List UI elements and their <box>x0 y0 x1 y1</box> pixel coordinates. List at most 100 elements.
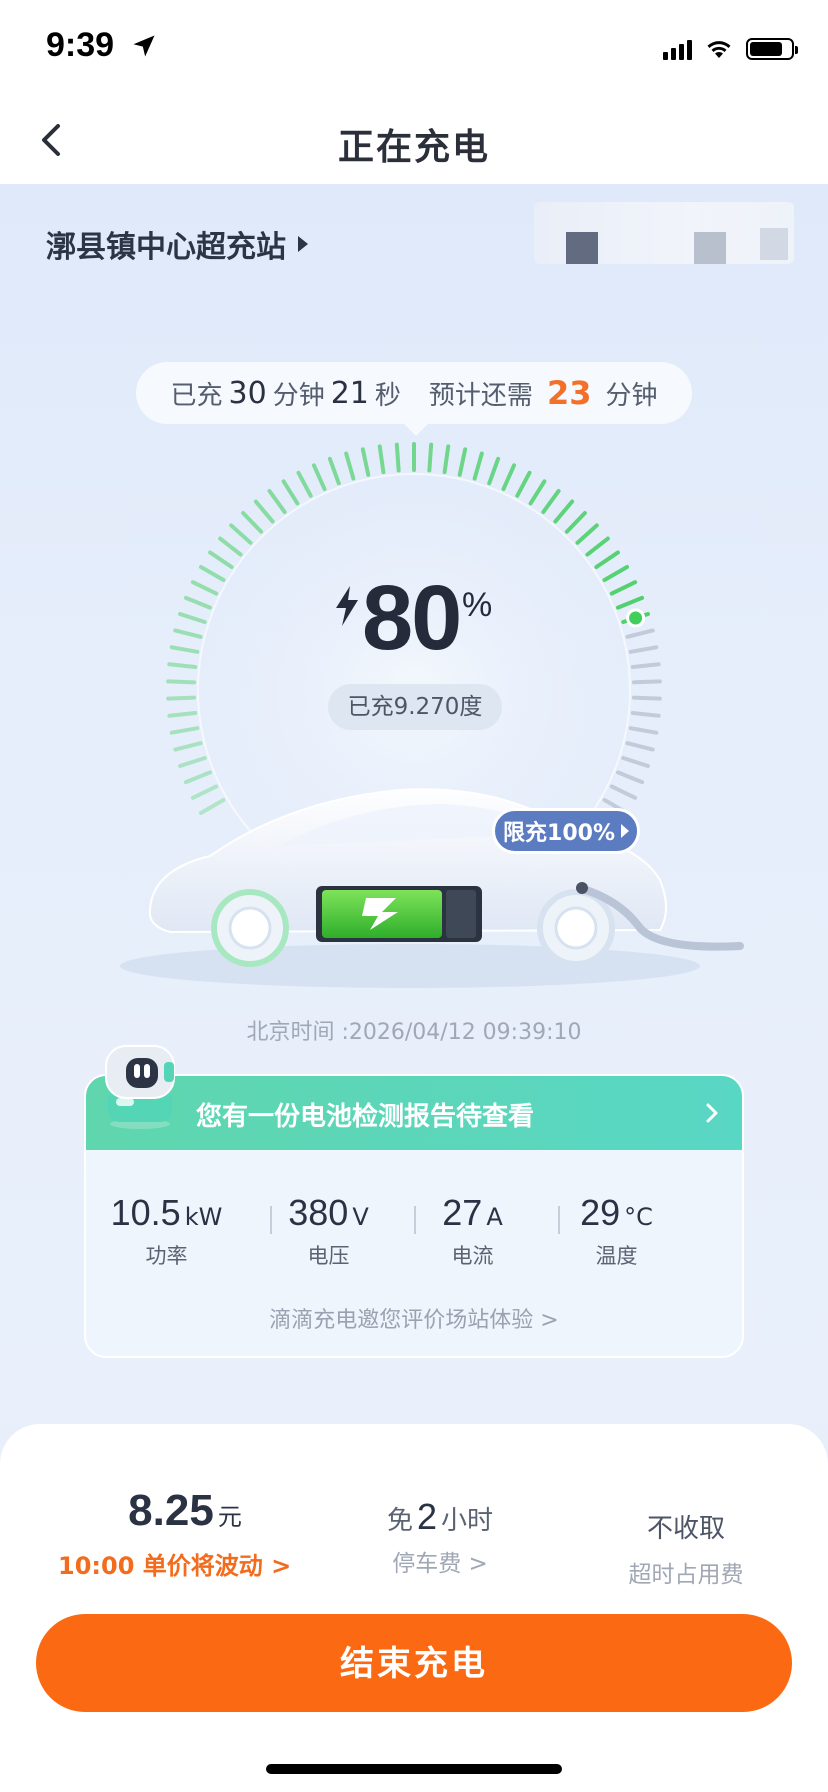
metric-label: 电流 <box>451 1244 494 1268</box>
price-value: 8.25 <box>128 1486 214 1535</box>
price-fluctuation-link[interactable]: 10:00 单价将波动 > <box>58 1546 291 1581</box>
gauge-tick <box>267 488 287 515</box>
metric-value: 10.5 <box>110 1192 181 1233</box>
gauge-tick <box>311 463 327 492</box>
gauge-tick <box>166 679 197 685</box>
metric-unit: A <box>486 1203 503 1231</box>
station-name: 漷县镇中心超充站 <box>46 230 286 265</box>
charged-energy: 已充9.270度 <box>328 684 502 730</box>
percent-sign: % <box>462 586 493 624</box>
gauge-tick <box>281 479 300 506</box>
wifi-icon <box>707 41 731 58</box>
metrics-row: 10.5 kW 功率 380 V 电压 27 A 电流 29 °C 温度 <box>84 1192 744 1272</box>
overtime-label: 超时占用费 <box>628 1562 744 1588</box>
gauge-tick <box>296 470 313 498</box>
metric-voltage: 380 V 电压 <box>256 1192 401 1270</box>
nav-bar: 正在充电 <box>0 100 828 184</box>
gauge-tick <box>169 726 200 735</box>
unit-price: 8.25 元 <box>60 1486 310 1536</box>
gauge-tick <box>173 741 203 752</box>
metric-value: 29 <box>580 1192 621 1233</box>
overtime-fee-info: 不收取 超时占用费 <box>600 1508 772 1589</box>
metric-temperature: 29 °C 温度 <box>544 1192 689 1270</box>
home-indicator <box>266 1764 562 1774</box>
price-unit: 元 <box>217 1503 242 1531</box>
parking-fee-info[interactable]: 免 2 小时 停车费 > <box>340 1496 540 1578</box>
gauge-tick <box>173 628 203 639</box>
metric-label: 电压 <box>307 1244 350 1268</box>
rate-station-link[interactable]: 滴滴充电邀您评价场站体验 > <box>84 1302 744 1334</box>
gauge-tick <box>198 565 226 582</box>
gauge-tick <box>360 447 371 477</box>
battery-report-text: 您有一份电池检测报告待查看 <box>196 1102 535 1132</box>
status-time: 9:39 <box>46 26 115 64</box>
gauge-tick <box>166 695 197 701</box>
chevron-right-icon <box>706 1103 718 1123</box>
page-title: 正在充电 <box>337 127 490 168</box>
gauge-tick <box>427 442 434 473</box>
gauge-tick <box>167 662 198 670</box>
metric-current: 27 A 电流 <box>400 1192 545 1270</box>
gauge-tick <box>472 451 484 481</box>
gauge-tick <box>327 456 341 486</box>
gauge-tick <box>208 550 234 569</box>
gauge-tick <box>609 580 638 596</box>
gauge-tick <box>541 488 561 515</box>
gauge-tick <box>575 523 599 545</box>
gauge-tick <box>457 447 468 477</box>
metric-value: 27 <box>442 1192 483 1233</box>
gauge-tick <box>625 741 655 752</box>
metric-label: 功率 <box>145 1244 188 1268</box>
metric-label: 温度 <box>595 1244 638 1268</box>
gauge-tick <box>178 611 207 625</box>
parking-hours: 2 <box>416 1496 438 1537</box>
gauge-tick <box>615 595 645 610</box>
bottom-panel <box>0 1424 828 1792</box>
metric-unit: V <box>352 1203 369 1231</box>
status-bar: 9:39 <box>0 0 828 100</box>
gauge-tick <box>229 523 253 545</box>
station-selector[interactable]: 漷县镇中心超充站 <box>46 222 308 266</box>
gauge-tick <box>630 710 661 718</box>
charge-percent: 80 <box>362 567 462 669</box>
gauge-tick <box>628 726 659 735</box>
limit-label: 限充100% <box>503 821 615 846</box>
gauge-tick <box>585 536 610 557</box>
status-right <box>663 34 798 64</box>
gauge-tick <box>241 511 264 534</box>
gauge-tick <box>602 565 630 582</box>
metric-value: 380 <box>288 1192 349 1233</box>
battery-report-banner[interactable]: 您有一份电池检测报告待查看 <box>86 1076 742 1150</box>
parking-unit: 小时 <box>441 1506 494 1536</box>
location-arrow-icon <box>133 35 155 57</box>
gauge-tick <box>394 442 401 473</box>
parking-prefix: 免 <box>386 1506 413 1536</box>
gauge-tick <box>501 463 517 492</box>
end-charging-button[interactable]: 结束充电 <box>36 1614 792 1712</box>
signal-icon <box>663 38 692 60</box>
lightning-icon <box>336 586 358 626</box>
gauge-tick <box>630 662 661 670</box>
gauge-tick <box>442 444 451 475</box>
gauge-tick <box>631 695 662 701</box>
gauge-tick <box>515 470 532 498</box>
car-illustration <box>120 788 744 988</box>
gauge-tick <box>594 550 620 569</box>
gauge-tick <box>625 628 655 639</box>
gauge-tick <box>553 499 575 524</box>
gauge-tick <box>631 679 662 685</box>
gauge-tick <box>528 479 547 506</box>
gauge-tick <box>218 536 243 557</box>
gauge-tick <box>167 710 198 718</box>
gauge-tick <box>564 511 587 534</box>
gauge-tick <box>377 444 386 475</box>
gauge-tick <box>628 645 659 654</box>
triangle-right-icon <box>298 236 308 252</box>
robot-mascot-icon <box>105 1045 175 1129</box>
triangle-right-icon <box>620 824 629 838</box>
gauge-tick <box>487 456 501 486</box>
battery-icon <box>746 38 798 60</box>
metric-unit: kW <box>184 1203 223 1231</box>
parking-label: 停车费 > <box>392 1551 488 1577</box>
charge-limit-button[interactable]: 限充100% <box>492 808 640 854</box>
